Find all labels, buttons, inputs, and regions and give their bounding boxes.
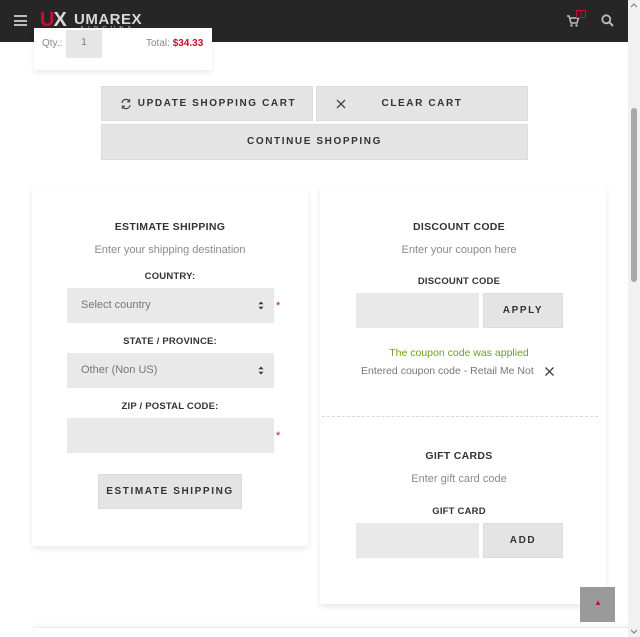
cart-count-badge[interactable]: 1 — [576, 10, 586, 18]
add-gift-card-button[interactable]: ADD — [483, 523, 563, 558]
cart-item-card — [34, 28, 212, 70]
scrollbar-thumb[interactable] — [631, 108, 637, 282]
state-select-value: Other (Non US) — [81, 364, 158, 376]
estimate-shipping-title: ESTIMATE SHIPPING — [114, 221, 226, 233]
back-to-top-button[interactable]: ▲ — [580, 587, 615, 622]
zip-label: ZIP / POSTAL CODE: — [121, 401, 219, 412]
select-arrows-icon — [258, 366, 264, 375]
discount-code-input[interactable] — [356, 293, 479, 328]
gift-card-label: GIFT CARD — [432, 506, 486, 517]
item-total: Total: $34.33 — [146, 38, 203, 49]
gift-card-input[interactable] — [356, 523, 479, 558]
continue-shopping-button[interactable]: CONTINUE SHOPPING — [101, 124, 528, 160]
arrow-up-icon: ▲ — [594, 598, 602, 607]
close-icon — [336, 99, 346, 109]
state-select[interactable]: Other (Non US) — [67, 353, 274, 388]
scrollbar-track[interactable] — [628, 0, 640, 637]
remove-coupon-close-icon[interactable] — [544, 366, 555, 377]
discount-code-title: DISCOUNT CODE — [413, 221, 505, 233]
total-value: $34.33 — [172, 38, 204, 49]
entered-coupon-code: Entered coupon code - Retail Me Not — [361, 365, 534, 377]
gift-cards-hint: Enter gift card code — [411, 473, 507, 485]
country-label: COUNTRY: — [144, 271, 196, 282]
update-cart-label: UPDATE SHOPPING CART — [137, 98, 297, 109]
panel-divider — [322, 416, 598, 417]
qty-input[interactable]: 1 — [66, 30, 102, 58]
update-cart-button[interactable]: UPDATE SHOPPING CART — [101, 86, 313, 121]
country-select-value: Select country — [81, 299, 151, 311]
clear-cart-label: CLEAR CART — [381, 98, 463, 109]
select-arrows-icon — [258, 301, 264, 310]
country-select[interactable]: Select country — [67, 288, 274, 323]
clear-cart-button[interactable]: CLEAR CART — [316, 86, 528, 121]
state-label: STATE / PROVINCE: — [123, 336, 217, 347]
next-section-edge — [34, 627, 628, 637]
estimate-shipping-button[interactable]: ESTIMATE SHIPPING — [98, 474, 242, 509]
country-required-mark: * — [276, 300, 281, 312]
zip-required-mark: * — [276, 430, 281, 442]
discount-code-hint: Enter your coupon here — [401, 244, 517, 256]
menu-icon[interactable] — [14, 15, 27, 26]
scroll-down-arrow-icon[interactable] — [628, 625, 640, 637]
estimate-shipping-hint: Enter your shipping destination — [94, 244, 246, 256]
total-label: Total: — [146, 38, 170, 49]
qty-label: Qty.: — [42, 38, 63, 49]
apply-coupon-button[interactable]: APPLY — [483, 293, 563, 328]
zip-input[interactable] — [67, 418, 274, 453]
discount-code-label: DISCOUNT CODE — [417, 276, 501, 287]
gift-cards-title: GIFT CARDS — [425, 450, 493, 462]
scroll-up-arrow-icon[interactable] — [628, 0, 640, 12]
search-icon[interactable] — [601, 14, 614, 27]
refresh-icon — [121, 98, 131, 110]
coupon-applied-message: The coupon code was applied — [389, 347, 529, 359]
